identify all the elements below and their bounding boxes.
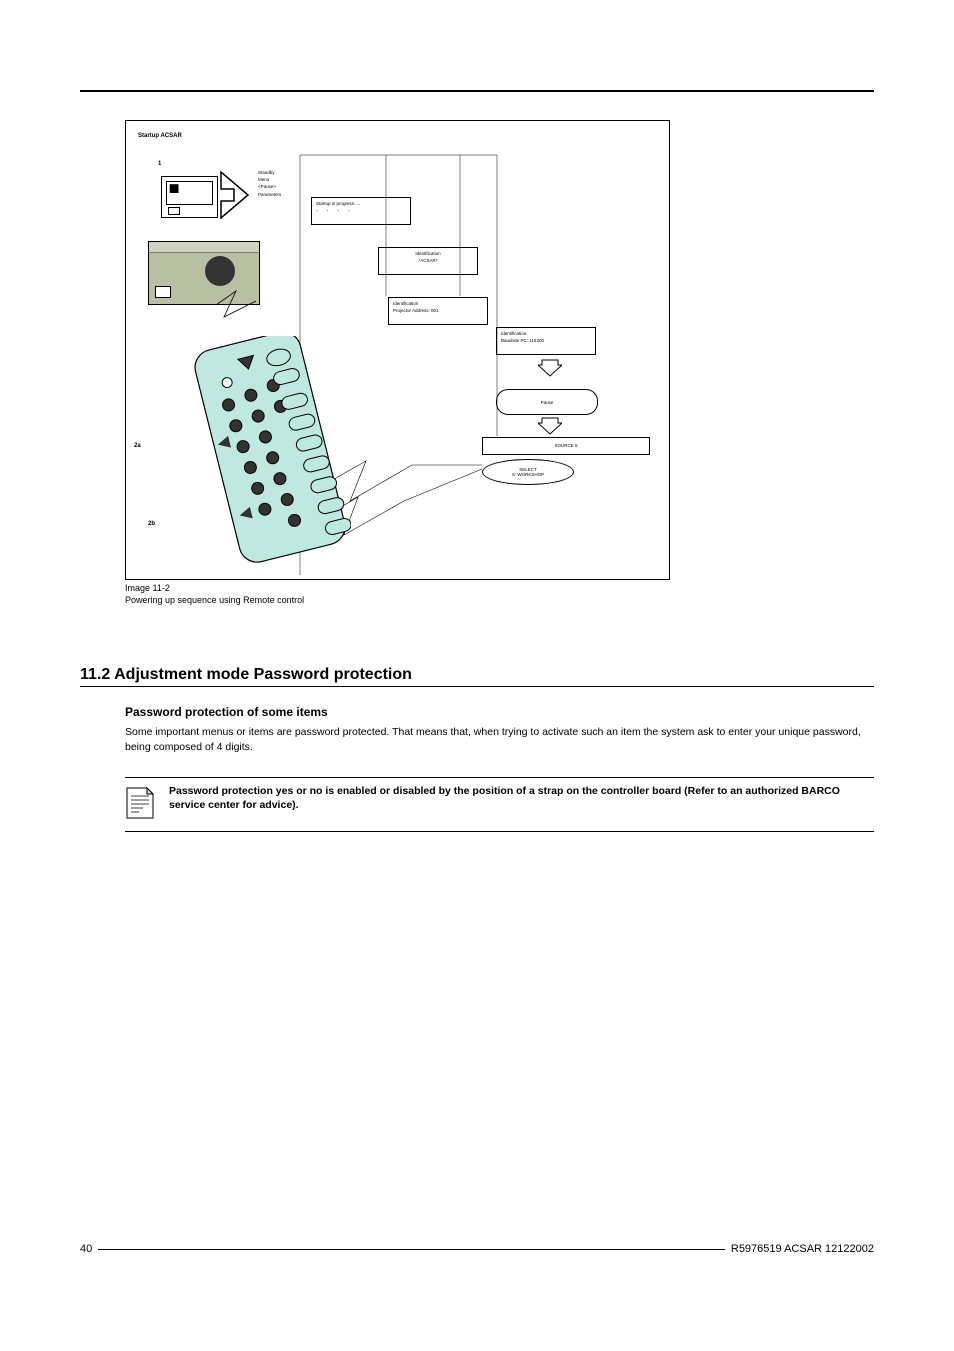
caption-line2: Powering up sequence using Remote contro… bbox=[125, 595, 874, 607]
startup-text: Startup in progress..... bbox=[316, 200, 406, 207]
top-rule bbox=[80, 90, 874, 92]
callout-2b: 2b bbox=[148, 521, 155, 527]
figure-title: Startup ACSAR bbox=[138, 133, 182, 139]
menu-line4: Parameters bbox=[258, 191, 304, 198]
lens-icon bbox=[205, 256, 235, 286]
screen-startup: Startup in progress..... - - - - bbox=[311, 197, 411, 225]
note-text: Password protection yes or no is enabled… bbox=[169, 784, 874, 813]
screen-menu: Standby Menu <Pause> Parameters bbox=[254, 167, 308, 221]
menu-line1: Standby bbox=[258, 169, 304, 176]
screen-ident-3: Identification Baudrate PC: 115200 bbox=[496, 327, 596, 355]
tv-screen bbox=[166, 181, 213, 205]
screen-source: SOURCE 5 bbox=[482, 437, 650, 455]
figure-startup-acsar: Startup ACSAR 1 2a 2b 3 Standby Menu <Pa… bbox=[125, 120, 670, 580]
startup-dashes: - - - - bbox=[316, 207, 406, 214]
arrow-down-icon-2 bbox=[538, 417, 562, 435]
doc-id: R5976519 ACSAR 12122002 bbox=[731, 1243, 874, 1255]
body-text: Some important menus or items are passwo… bbox=[125, 725, 874, 754]
ident2-l2: Projector Address: 001 bbox=[393, 307, 483, 314]
panel-icon bbox=[155, 286, 171, 298]
ident3-l2: Baudrate PC: 115200 bbox=[501, 337, 591, 344]
big-arrow-icon bbox=[220, 171, 250, 219]
source-l3: S: WORKSHOP bbox=[512, 472, 544, 477]
screen-pause: Pause bbox=[496, 389, 598, 415]
screen-ident-1: Identification *ACSAR* bbox=[378, 247, 478, 275]
footer: 40 R5976519 ACSAR 12122002 bbox=[80, 1243, 874, 1255]
remote-control-icon bbox=[191, 336, 351, 566]
callout-1: 1 bbox=[158, 161, 161, 167]
footer-rule bbox=[98, 1249, 725, 1250]
tv-icon bbox=[161, 176, 218, 218]
ident3-l1: Identification bbox=[501, 330, 591, 337]
ident1-l1: Identification bbox=[383, 250, 473, 257]
arrow-down-icon bbox=[538, 359, 562, 377]
tv-stand bbox=[168, 207, 180, 215]
callout-2a: 2a bbox=[134, 443, 141, 449]
projector-icon bbox=[148, 241, 260, 305]
source-l1: SOURCE 5 bbox=[487, 442, 645, 449]
page-number: 40 bbox=[80, 1243, 92, 1255]
screen-source-ellipse: SELECT S: WORKSHOP bbox=[482, 459, 574, 485]
pause-text: Pause bbox=[497, 400, 597, 405]
section-title: 11.2 Adjustment mode Password protection bbox=[80, 666, 874, 687]
ident1-l2: *ACSAR* bbox=[383, 257, 473, 264]
menu-line2: Menu bbox=[258, 176, 304, 183]
page: Startup ACSAR 1 2a 2b 3 Standby Menu <Pa… bbox=[0, 0, 954, 1351]
note-icon bbox=[125, 784, 155, 825]
sub-title: Password protection of some items bbox=[125, 705, 874, 719]
caption-line1: Image 11-2 bbox=[125, 583, 874, 595]
note-block: Password protection yes or no is enabled… bbox=[125, 777, 874, 832]
figure-caption: Image 11-2 Powering up sequence using Re… bbox=[125, 583, 874, 606]
ident2-l1: Identification bbox=[393, 300, 483, 307]
menu-line3: <Pause> bbox=[258, 183, 304, 190]
screen-ident-2: Identification Projector Address: 001 bbox=[388, 297, 488, 325]
